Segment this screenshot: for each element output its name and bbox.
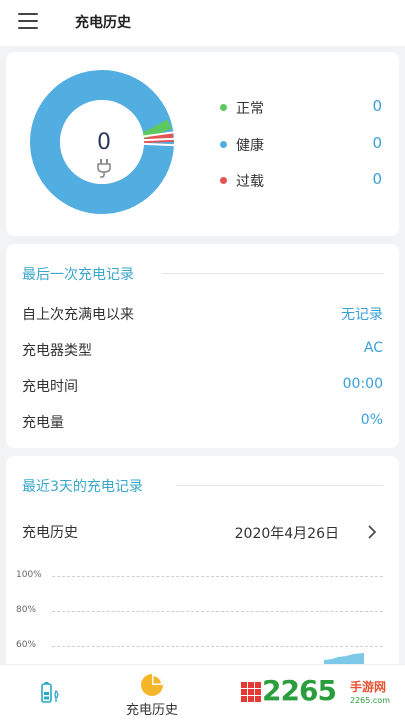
hamburger-menu-icon[interactable] [18, 13, 40, 31]
legend-label: 过载 [236, 174, 264, 190]
chevron-right-icon[interactable] [367, 525, 377, 539]
blue-dot-icon [220, 141, 227, 148]
green-dot-icon [220, 104, 227, 111]
history-label: 充电历史 [22, 525, 78, 541]
pie-chart-icon [141, 674, 163, 696]
legend-value: 0 [372, 97, 382, 115]
tick-label: 80% [16, 605, 37, 615]
nav-label: 充电历史 [125, 703, 178, 718]
info-value: 无记录 [341, 307, 383, 323]
info-value: 00:00 [342, 376, 383, 392]
red-dot-icon [220, 177, 227, 184]
legend-item-overload: 过载 0 [212, 170, 382, 192]
nav-charge-history[interactable]: 充电历史 [112, 665, 192, 720]
chart-gridline-80: 80% [16, 605, 383, 617]
info-row-charge-amount: 充电量 0% [22, 410, 383, 432]
nav-battery[interactable] [12, 665, 92, 720]
gridline [52, 611, 383, 612]
info-label: 充电时间 [22, 379, 78, 395]
charge-count: 0 [97, 130, 111, 155]
history-date: 2020年4月26日 [234, 526, 339, 542]
section-title: 最近3天的充电记录 [22, 479, 143, 495]
legend-label: 正常 [236, 101, 264, 117]
info-row-charger-type: 充电器类型 AC [22, 338, 383, 360]
info-label: 充电量 [22, 415, 64, 431]
info-label: 自上次充满电以来 [22, 307, 134, 323]
watermark-logo: 2265 手游网 2265.com [262, 674, 402, 714]
info-value: AC [363, 340, 383, 356]
plug-icon [97, 159, 111, 178]
legend-label: 健康 [236, 138, 264, 154]
grid-icon [241, 682, 261, 702]
donut-segment-normal [140, 119, 172, 140]
info-value: 0% [360, 412, 383, 428]
info-label: 充电器类型 [22, 343, 92, 359]
gridline [52, 646, 383, 647]
battery-icon [41, 682, 59, 703]
page-title: 充电历史 [75, 15, 131, 31]
section-divider [162, 273, 383, 274]
tick-label: 60% [16, 640, 37, 650]
gridline [52, 576, 383, 577]
chart-gridline-60: 60% [16, 640, 383, 652]
chart-gridline-100: 100% [16, 570, 383, 582]
legend-value: 0 [372, 170, 382, 188]
section-divider [176, 485, 383, 486]
watermark-url: 2265.com [350, 696, 390, 705]
top-app-bar: 充电历史 [0, 0, 405, 46]
info-row-charge-time: 充电时间 00:00 [22, 374, 383, 396]
charge-summary-card: 0 正常 0 健康 0 过载 0 [6, 52, 399, 236]
recent-charge-card: 最近3天的充电记录 充电历史 2020年4月26日 100% 80% 60% [6, 456, 399, 686]
legend-value: 0 [372, 134, 382, 152]
watermark-text: 2265 [262, 674, 337, 707]
info-row-since-full: 自上次充满电以来 无记录 [22, 302, 383, 324]
legend-item-healthy: 健康 0 [212, 134, 382, 156]
section-title: 最后一次充电记录 [22, 267, 134, 283]
history-date-selector[interactable]: 充电历史 2020年4月26日 [22, 520, 383, 546]
watermark-sub: 手游网 [350, 680, 387, 694]
last-charge-card: 最后一次充电记录 自上次充满电以来 无记录 充电器类型 AC 充电时间 00:0… [6, 244, 399, 448]
legend-item-normal: 正常 0 [212, 97, 382, 119]
tick-label: 100% [16, 570, 42, 580]
